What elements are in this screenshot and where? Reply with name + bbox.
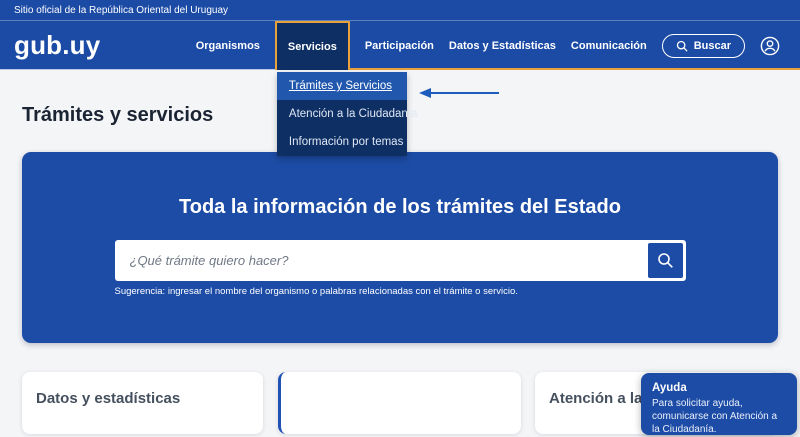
nav-item-participacion[interactable]: Participación [365,40,434,52]
account-button[interactable] [760,36,780,56]
servicios-dropdown-menu: Trámites y Servicios Atención a la Ciuda… [277,72,407,156]
nav-item-datos-y-estadisticas[interactable]: Datos y Estadísticas [449,40,556,52]
search-hint: Sugerencia: ingresar el nombre del organ… [115,286,686,297]
site-logo[interactable]: gub.uy [14,30,100,61]
nav-item-servicios-label[interactable]: Servicios [288,41,337,53]
card-datos-y-estadisticas[interactable]: Datos y estadísticas [22,372,263,434]
menu-item-informacion-por-temas[interactable]: Información por temas [277,128,407,156]
tramite-search-input[interactable] [118,253,648,268]
nav-item-comunicacion[interactable]: Comunicación [571,40,647,52]
nav-item-organismos[interactable]: Organismos [196,40,260,52]
hero-banner: Toda la información de los trámites del … [22,152,778,343]
header-search-button[interactable]: Buscar [662,34,745,58]
official-site-text: Sitio oficial de la República Oriental d… [14,5,228,16]
main-header: gub.uy Organismos Servicios Trámites y S… [0,21,800,70]
card-title: Datos y estadísticas [36,390,249,407]
header-divider-light [0,69,305,70]
header-divider-orange [305,68,800,70]
menu-item-tramites-y-servicios[interactable]: Trámites y Servicios [277,72,407,100]
search-icon [657,252,674,269]
user-icon [760,36,780,56]
search-icon [676,40,688,52]
help-popup-title: Ayuda [652,382,786,394]
page-title: Trámites y servicios [22,104,213,127]
official-site-bar: Sitio oficial de la República Oriental d… [0,0,800,21]
left-arrow-icon [417,86,501,100]
nav-item-servicios[interactable]: Servicios Trámites y Servicios Atención … [275,21,350,70]
tramite-search-button[interactable] [648,243,683,278]
tramite-searchbar [115,240,686,281]
card-middle[interactable] [278,372,521,434]
header-search-label: Buscar [694,40,731,52]
menu-item-atencion-ciudadania[interactable]: Atención a la Ciudadanía [277,100,407,128]
hero-title: Toda la información de los trámites del … [22,196,778,219]
main-nav: Organismos Servicios Trámites y Servicio… [196,21,800,70]
help-popup-text: Para solicitar ayuda, comunicarse con At… [652,397,786,437]
help-popup[interactable]: Ayuda Para solicitar ayuda, comunicarse … [641,373,797,435]
